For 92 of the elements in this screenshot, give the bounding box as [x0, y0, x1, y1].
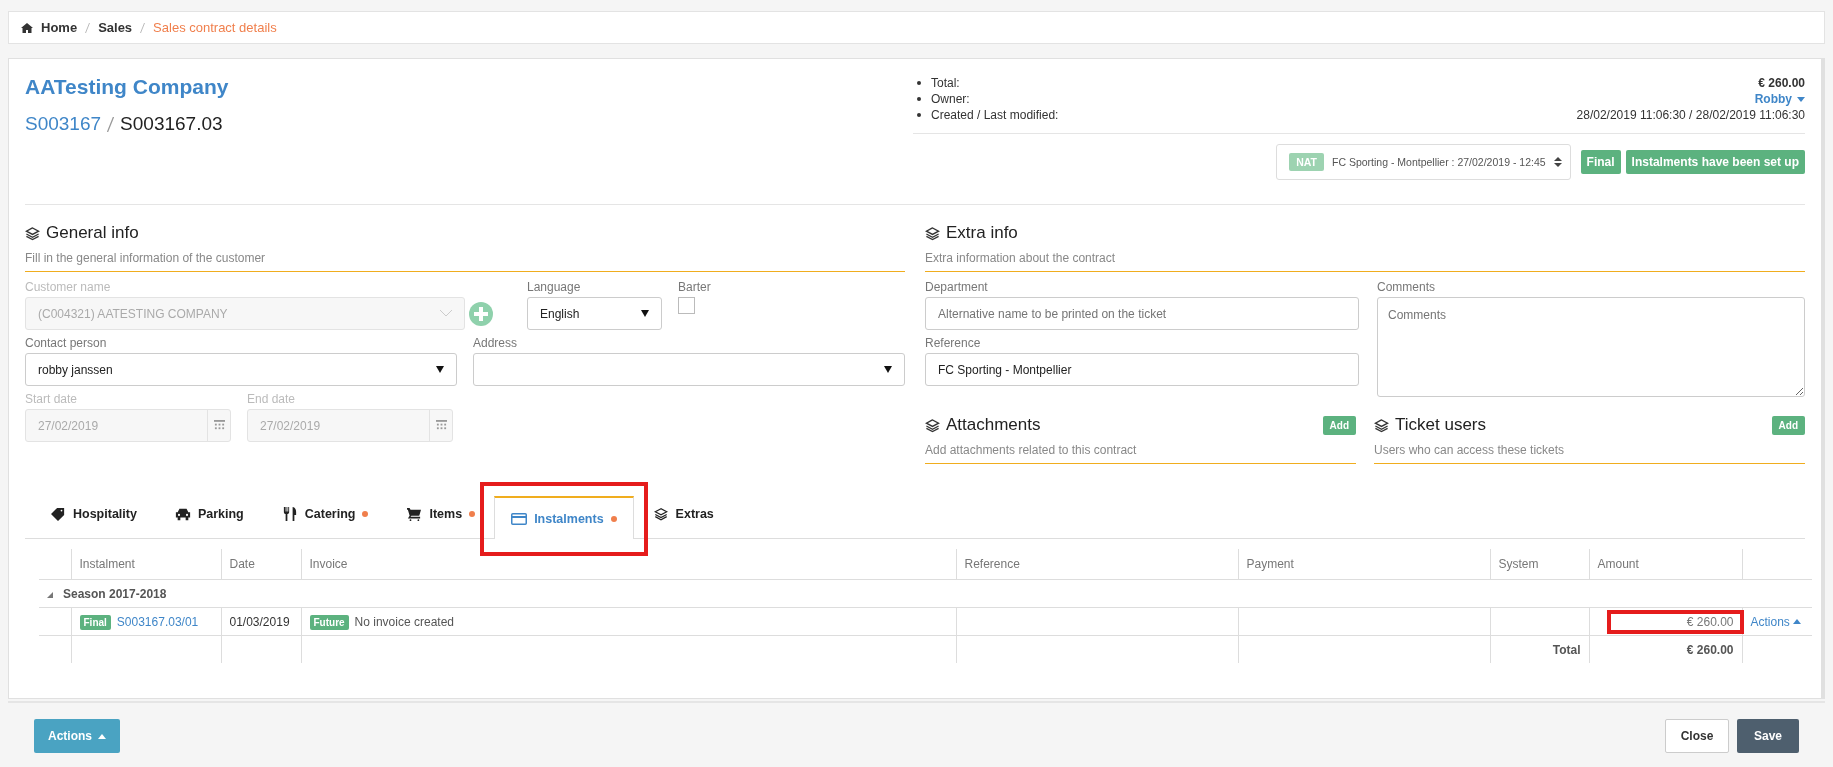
section-title: General info	[46, 223, 139, 243]
event-select[interactable]: NAT FC Sporting - Montpellier : 27/02/2019 - 12:45	[1276, 144, 1571, 180]
caret-down-icon	[436, 366, 444, 373]
calendar-icon	[435, 420, 447, 431]
total-amount: € 260.00	[1589, 635, 1742, 663]
column-header: Amount	[1589, 549, 1742, 580]
save-button[interactable]: Save	[1737, 719, 1799, 753]
close-button[interactable]: Close	[1665, 719, 1729, 753]
reference-input[interactable]: FC Sporting - Montpellier	[925, 353, 1359, 386]
car-icon	[174, 507, 191, 521]
total-label: Total	[1490, 635, 1589, 663]
address-select[interactable]	[473, 353, 905, 386]
chevron-down-icon	[440, 310, 452, 317]
field-label: Comments	[1377, 280, 1436, 294]
sort-caret-icon	[1553, 157, 1562, 167]
bullet-icon	[917, 113, 921, 117]
slash-separator-icon	[107, 116, 115, 132]
bullet-icon	[917, 81, 921, 85]
field-label: End date	[247, 392, 297, 406]
status-badge: Instalments have been set up	[1625, 150, 1805, 174]
column-header: Date	[221, 549, 301, 580]
section-title: Attachments	[946, 415, 1041, 435]
add-icon[interactable]	[469, 301, 493, 326]
tab[interactable]: Parking	[155, 493, 263, 534]
section-title: Extra info	[946, 223, 1018, 243]
layers-icon	[652, 507, 669, 521]
section-title: Ticket users	[1395, 415, 1486, 435]
tab[interactable]: Hospitality	[31, 493, 156, 534]
summary-label: Total:	[931, 76, 961, 90]
summary-label: Created / Last modified:	[931, 108, 1060, 122]
breadcrumb-link[interactable]: Sales	[98, 20, 133, 35]
language-select[interactable]: English	[527, 297, 662, 330]
field-label: Address	[473, 336, 519, 350]
caret-up-icon	[1792, 619, 1801, 624]
slash-separator-icon	[85, 22, 91, 33]
status-badge: Final	[1580, 150, 1621, 174]
column-header: Instalment	[71, 549, 221, 580]
instalment-link[interactable]: S003167.03/01	[116, 614, 199, 629]
field-label: Barter	[678, 280, 712, 294]
tag-icon	[50, 507, 66, 521]
caret-down-icon	[1797, 96, 1805, 102]
comments-textarea[interactable]: Comments	[1377, 297, 1805, 397]
table-cell: 01/03/2019	[221, 607, 301, 636]
calendar-icon	[213, 420, 225, 431]
section-subtitle: Users who can access these tickets	[1374, 437, 1805, 464]
cart-icon	[406, 507, 423, 521]
summary-value: 28/02/2019 11:06:30 / 28/02/2019 11:06:30	[1576, 108, 1805, 122]
section-subtitle: Extra information about the contract	[925, 245, 1805, 272]
amount-text: € 260.00	[1686, 614, 1734, 629]
summary-value: € 260.00	[1758, 76, 1805, 90]
summary-label: Owner:	[931, 92, 971, 106]
field-label: Reference	[925, 336, 982, 350]
bullet-icon	[917, 97, 921, 101]
field-label: Department	[925, 280, 989, 294]
credit-card-icon	[511, 511, 528, 526]
contact-select[interactable]: robby janssen	[25, 353, 457, 386]
field-label: Customer name	[25, 280, 112, 294]
barter-checkbox[interactable]	[678, 297, 695, 314]
status-badge: Final	[79, 614, 111, 630]
invoice-text: No invoice created	[354, 614, 454, 629]
group-label: Season 2017-2018	[63, 586, 167, 601]
caret-up-icon	[98, 733, 106, 739]
breadcrumb-link[interactable]: Home	[41, 20, 78, 35]
section-subtitle: Fill in the general information of the customer	[25, 245, 905, 272]
contract-version: S003167.03	[120, 113, 223, 135]
field-label: Start date	[25, 392, 79, 406]
section-subtitle: Add attachments related to this contract	[925, 437, 1356, 464]
actions-dropdown[interactable]: Actions	[1750, 614, 1801, 629]
tab[interactable]: Extras	[633, 493, 733, 534]
invoice-badge: Future	[309, 614, 349, 630]
tab[interactable]: Catering	[262, 493, 388, 534]
field-label: Contact person	[25, 336, 108, 350]
department-input[interactable]: Alternative name to be printed on the ticket	[925, 297, 1359, 330]
column-header: System	[1490, 549, 1589, 580]
tab[interactable]: Instalments	[494, 496, 634, 539]
slash-separator-icon	[140, 22, 146, 33]
layers-icon	[25, 225, 40, 241]
tab[interactable]: Items	[387, 493, 495, 534]
company-title: AATesting Company	[25, 75, 229, 99]
layers-icon	[925, 225, 940, 241]
owner-dropdown[interactable]: Robby	[1754, 92, 1805, 106]
caret-down-icon	[884, 366, 892, 373]
column-header: Invoice	[301, 549, 956, 580]
column-header: Reference	[956, 549, 1238, 580]
layers-icon	[925, 417, 940, 433]
field-label: Language	[527, 280, 582, 294]
layers-icon	[1374, 417, 1389, 433]
contract-id-link[interactable]: S003167	[25, 113, 102, 135]
home-icon	[21, 22, 33, 33]
utensils-icon	[281, 507, 298, 521]
column-header: Payment	[1238, 549, 1490, 580]
caret-down-icon	[641, 310, 649, 317]
